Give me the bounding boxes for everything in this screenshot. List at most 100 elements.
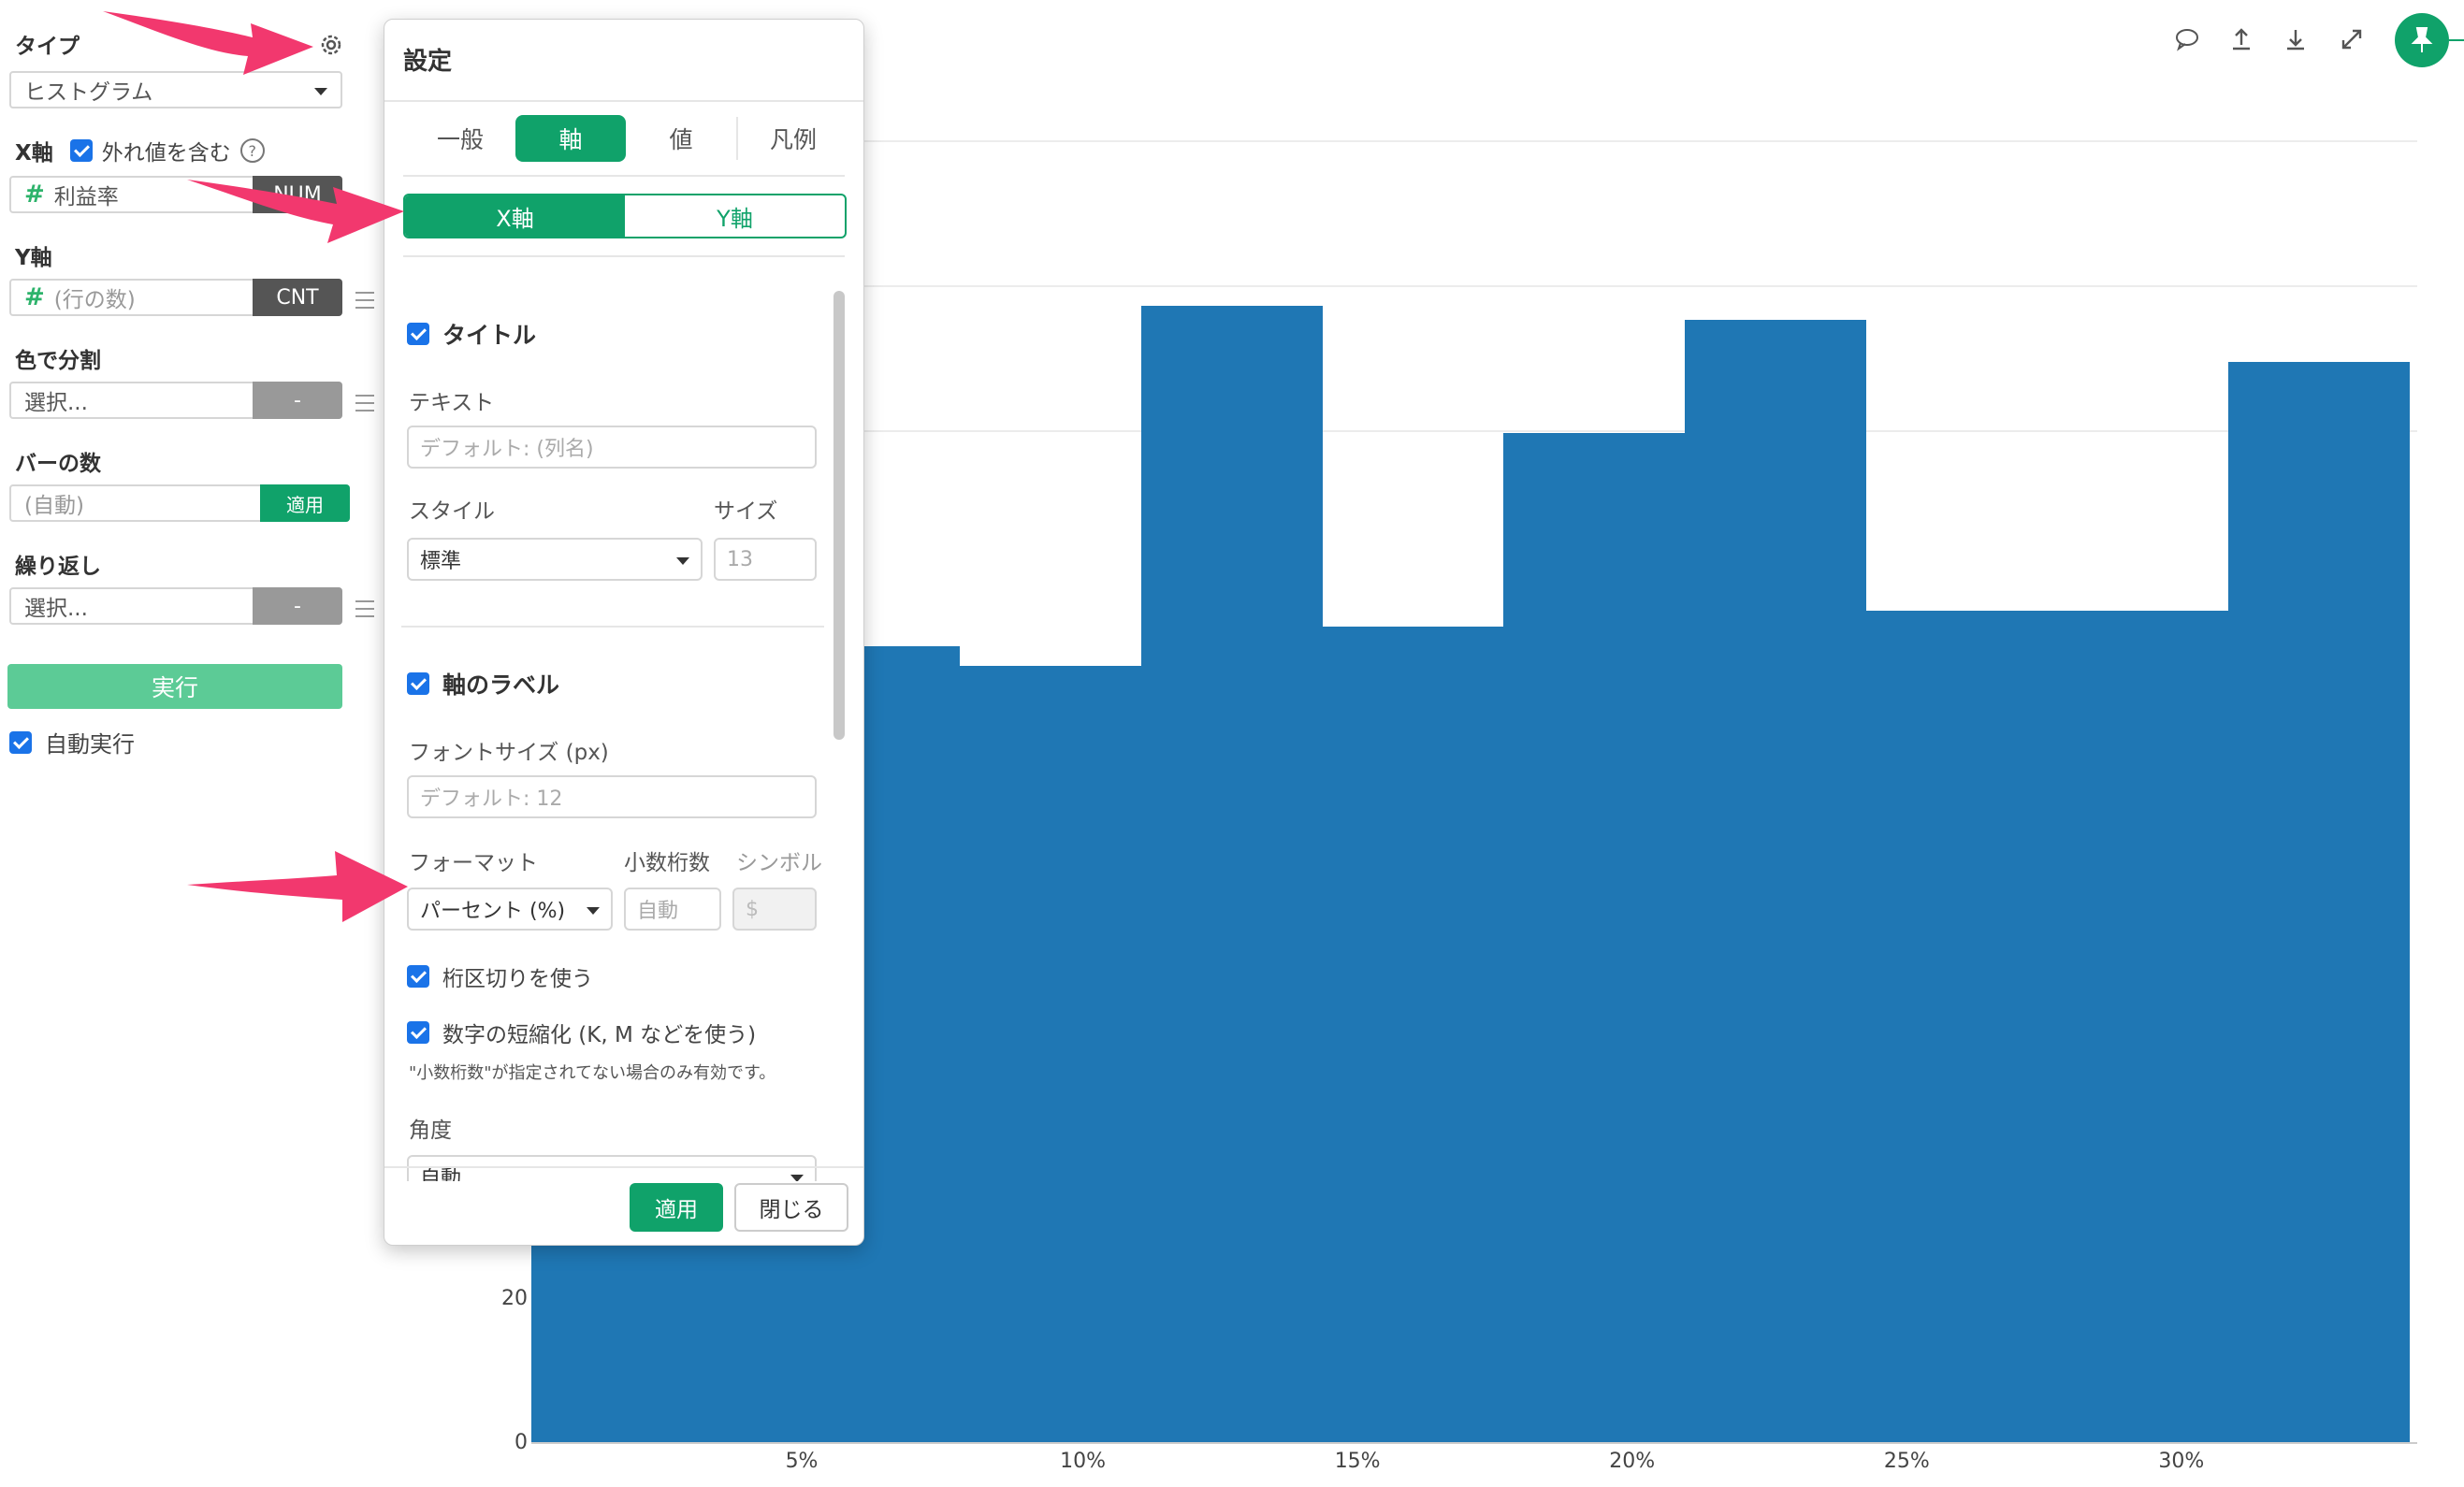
- help-icon[interactable]: ?: [239, 138, 265, 163]
- menu-icon[interactable]: [355, 600, 374, 617]
- scrollbar-thumb[interactable]: [833, 291, 845, 740]
- axis-label-checkbox[interactable]: [407, 672, 429, 695]
- annotation-arrow: [187, 180, 404, 243]
- histogram-bar[interactable]: [1684, 320, 1867, 1442]
- menu-icon[interactable]: [355, 292, 374, 309]
- divider: [401, 626, 824, 628]
- tab-general[interactable]: 一般: [405, 115, 515, 162]
- y-axis-agg-tag[interactable]: CNT: [253, 279, 342, 316]
- include-outliers-checkbox[interactable]: [69, 139, 93, 162]
- thousands-separator-label: 桁区切りを使う: [442, 967, 593, 991]
- histogram-bar[interactable]: [1865, 610, 2048, 1442]
- decimals-input[interactable]: 自動: [624, 888, 721, 931]
- abbreviate-note: "小数桁数"が指定されてない場合のみ有効です。: [409, 1063, 776, 1083]
- symbol-label: シンボル: [736, 851, 822, 875]
- histogram-bar[interactable]: [2047, 610, 2229, 1442]
- histogram-bar[interactable]: [1503, 432, 1686, 1442]
- angle-label: 角度: [409, 1119, 452, 1143]
- color-split-placeholder: 選択...: [24, 391, 88, 415]
- scrollbar[interactable]: [833, 282, 850, 1179]
- chevron-down-icon: [676, 557, 689, 565]
- symbol-input: $: [732, 888, 817, 931]
- repeat-placeholder: 選択...: [24, 597, 88, 621]
- histogram-bar[interactable]: [1140, 306, 1323, 1442]
- auto-run-checkbox[interactable]: [9, 730, 32, 754]
- annotation-arrow: [187, 851, 408, 922]
- type-label: タイプ: [15, 35, 80, 59]
- color-split-field[interactable]: 選択... -: [9, 382, 342, 419]
- y-axis-label: Y軸: [15, 246, 52, 270]
- title-heading: タイトル: [442, 322, 537, 349]
- angle-value: 自動: [420, 1167, 462, 1181]
- x-tick-label: 15%: [1334, 1450, 1381, 1473]
- divider: [384, 1166, 863, 1168]
- font-size-label: フォントサイズ (px): [409, 741, 609, 765]
- abbreviate-label: 数字の短縮化 (K, M などを使う): [442, 1023, 757, 1047]
- bins-apply-button[interactable]: 適用: [260, 484, 350, 522]
- menu-icon[interactable]: [355, 395, 374, 411]
- comment-icon[interactable]: [2170, 22, 2204, 56]
- style-value: 標準: [420, 550, 462, 573]
- divider: [403, 175, 845, 177]
- y-axis-field-name: (行の数): [53, 288, 136, 312]
- title-checkbox[interactable]: [407, 323, 429, 345]
- x-axis-line: [531, 1442, 2417, 1444]
- thousands-separator-checkbox[interactable]: [407, 965, 429, 988]
- x-axis-segment[interactable]: X軸: [405, 195, 625, 237]
- y-axis-field[interactable]: # (行の数) CNT: [9, 279, 342, 316]
- x-axis-label: X軸: [15, 141, 53, 166]
- font-size-input[interactable]: デフォルト: 12: [407, 775, 817, 818]
- divider: [384, 100, 863, 102]
- title-text-placeholder: デフォルト: (列名): [420, 438, 594, 461]
- format-label: フォーマット: [409, 851, 538, 875]
- decimals-label: 小数桁数: [624, 851, 710, 875]
- pin-icon[interactable]: [2395, 13, 2449, 67]
- repeat-field[interactable]: 選択... -: [9, 587, 342, 625]
- include-outliers-label: 外れ値を含む: [101, 141, 231, 166]
- size-input[interactable]: 13: [714, 538, 817, 581]
- size-label: サイズ: [714, 499, 778, 524]
- angle-select[interactable]: 自動: [407, 1155, 817, 1181]
- tab-values[interactable]: 値: [626, 115, 736, 162]
- symbol-placeholder: $: [746, 897, 759, 921]
- expand-icon[interactable]: [2335, 22, 2369, 56]
- run-button[interactable]: 実行: [7, 664, 342, 709]
- x-axis-field-name: 利益率: [53, 185, 119, 209]
- apply-button[interactable]: 適用: [630, 1183, 723, 1232]
- divider: [403, 255, 845, 257]
- bins-input[interactable]: (自動) 適用: [9, 484, 350, 522]
- chevron-down-icon: [790, 1175, 804, 1181]
- abbreviate-checkbox[interactable]: [407, 1021, 429, 1044]
- tab-axis[interactable]: 軸: [515, 115, 626, 162]
- number-type-icon: #: [24, 180, 45, 209]
- repeat-tag[interactable]: -: [253, 587, 342, 625]
- y-tick-label: 0: [515, 1431, 528, 1454]
- x-tick-label: 25%: [1883, 1450, 1930, 1473]
- x-tick-label: 30%: [2158, 1450, 2205, 1473]
- bins-placeholder: (自動): [24, 494, 84, 518]
- color-split-tag[interactable]: -: [253, 382, 342, 419]
- axis-settings-scroll: タイトル テキスト デフォルト: (列名) スタイル サイズ 標準 13 軸のラ…: [384, 272, 863, 1181]
- bins-label: バーの数: [15, 452, 101, 476]
- format-value: パーセント (%): [420, 900, 566, 923]
- size-placeholder: 13: [727, 547, 753, 571]
- histogram-bar[interactable]: [1322, 626, 1504, 1442]
- format-select[interactable]: パーセント (%): [407, 888, 613, 931]
- histogram-bar[interactable]: [2228, 362, 2411, 1442]
- font-size-placeholder: デフォルト: 12: [420, 787, 563, 811]
- upload-icon[interactable]: [2225, 22, 2258, 56]
- y-tick-label: 20: [501, 1287, 528, 1310]
- auto-run-label: 自動実行: [45, 731, 135, 758]
- style-label: スタイル: [409, 499, 495, 524]
- repeat-label: 繰り返し: [15, 555, 101, 579]
- x-tick-label: 10%: [1060, 1450, 1107, 1473]
- title-text-input[interactable]: デフォルト: (列名): [407, 426, 817, 469]
- tab-legend[interactable]: 凡例: [738, 115, 848, 162]
- download-icon[interactable]: [2279, 22, 2312, 56]
- decimals-placeholder: 自動: [637, 900, 679, 923]
- y-axis-segment[interactable]: Y軸: [625, 195, 845, 237]
- histogram-bar[interactable]: [959, 666, 1142, 1442]
- annotation-arrow: [103, 11, 313, 75]
- close-button[interactable]: 閉じる: [734, 1183, 848, 1232]
- style-select[interactable]: 標準: [407, 538, 703, 581]
